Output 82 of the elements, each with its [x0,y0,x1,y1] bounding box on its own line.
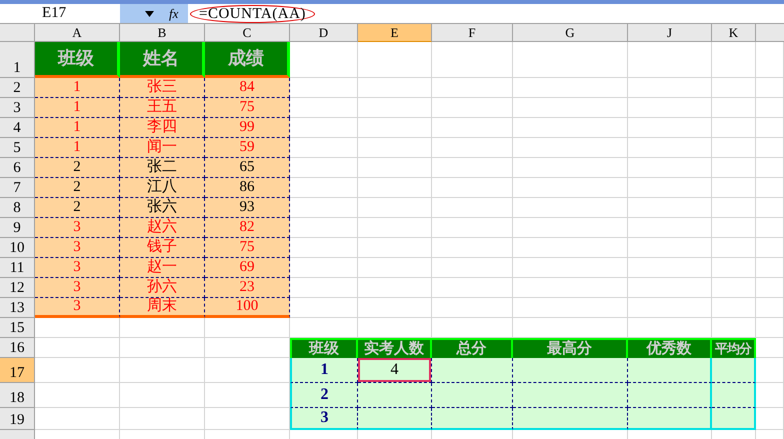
row-header[interactable]: 12 [0,278,35,298]
table-cell: 59 [205,138,290,158]
table-cell: 李四 [120,118,205,138]
row-header[interactable]: 6 [0,158,35,178]
table-cell: 赵六 [120,218,205,238]
table-cell: 3 [35,238,120,258]
table-cell: 93 [205,198,290,218]
table-cell: 江八 [120,178,205,198]
table-cell: 1 [35,138,120,158]
table-cell: 2 [35,198,120,218]
table-cell: 3 [35,218,120,238]
column-header[interactable]: D [290,24,358,42]
column-header[interactable]: F [432,24,513,42]
column-header[interactable]: K [712,24,756,42]
fx-label[interactable]: fx [169,4,178,24]
header-cell: 姓名 [120,42,205,78]
row-header[interactable]: 4 [0,118,35,138]
table-cell: 1 [35,98,120,118]
row-header[interactable]: 18 [0,383,35,408]
table-cell[interactable]: 4 [358,358,432,383]
row-header[interactable]: 15 [0,318,35,338]
table-cell: 张二 [120,158,205,178]
table-cell: 张六 [120,198,205,218]
row-header[interactable]: 8 [0,198,35,218]
table-cell: 82 [205,218,290,238]
table-cell: 99 [205,118,290,138]
table-cell: 2 [35,158,120,178]
table-cell[interactable]: 2 [290,383,358,408]
header-cell: 班级 [35,42,120,78]
table-cell: 100 [205,298,290,318]
table-cell: 1 [35,78,120,98]
header-cell: 总分 [432,338,513,358]
table-cell: 3 [35,298,120,318]
table-cell[interactable]: 1 [290,358,358,383]
table-cell: 闻一 [120,138,205,158]
header-cell: 优秀数 [628,338,712,358]
table-cell[interactable]: 3 [290,408,358,430]
table-cell: 75 [205,238,290,258]
header-cell: 成绩 [205,42,290,78]
row-header[interactable]: 13 [0,298,35,318]
row-header[interactable]: 9 [0,218,35,238]
table-cell: 69 [205,258,290,278]
select-all-corner[interactable] [0,24,35,42]
row-header[interactable]: 19 [0,408,35,430]
table-cell: 周末 [120,298,205,318]
table-cell: 张三 [120,78,205,98]
column-header[interactable]: B [120,24,205,42]
formula-text: =COUNTA(AA) [190,4,315,22]
table-cell: 钱子 [120,238,205,258]
table-cell: 86 [205,178,290,198]
row-header[interactable]: 1 [0,42,35,78]
row-header[interactable]: 16 [0,338,35,358]
row-header[interactable]: 7 [0,178,35,198]
header-cell: 平均分 [712,338,756,358]
row-header[interactable]: 2 [0,78,35,98]
table-cell: 84 [205,78,290,98]
row-header[interactable]: 17 [0,358,35,383]
header-cell: 实考人数 [358,338,432,358]
table-cell: 75 [205,98,290,118]
dropdown-caret-icon[interactable] [145,10,154,16]
table-cell: 赵一 [120,258,205,278]
column-header[interactable]: E [358,24,432,42]
column-header[interactable]: A [35,24,120,42]
row-header[interactable] [0,430,35,439]
table-cell: 3 [35,278,120,298]
table-cell: 23 [205,278,290,298]
column-header[interactable] [756,24,784,42]
row-header[interactable]: 3 [0,98,35,118]
row-header[interactable]: 5 [0,138,35,158]
header-cell: 班级 [290,338,358,358]
table-cell: 王五 [120,98,205,118]
row-header[interactable]: 10 [0,238,35,258]
column-header[interactable]: C [205,24,290,42]
column-header[interactable]: G [513,24,628,42]
table-cell: 1 [35,118,120,138]
row-header[interactable]: 11 [0,258,35,278]
table-cell: 孙六 [120,278,205,298]
table-cell: 3 [35,258,120,278]
table-cell: 2 [35,178,120,198]
table-cell: 65 [205,158,290,178]
header-cell: 最高分 [513,338,628,358]
column-header[interactable]: J [628,24,712,42]
